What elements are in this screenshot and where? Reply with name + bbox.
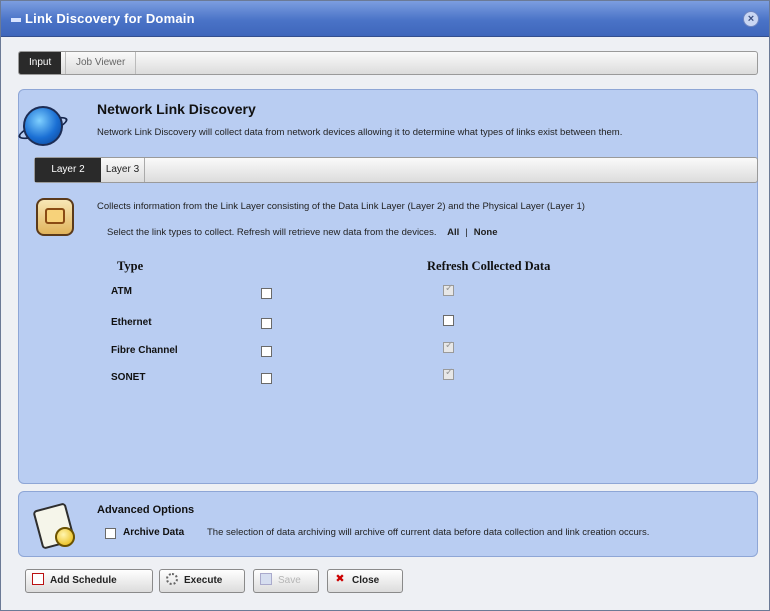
window-menu-icon[interactable] (11, 17, 21, 22)
title-bar[interactable]: Link Discovery for Domain × (1, 1, 769, 37)
link-type-label-atm: ATM (111, 286, 132, 297)
archive-badge-icon (55, 527, 75, 547)
collect-checkbox-sonet[interactable] (261, 373, 272, 384)
section-heading: Network Link Discovery (97, 101, 256, 117)
window-title: Link Discovery for Domain (11, 11, 195, 26)
execute-button[interactable]: Execute (159, 569, 245, 593)
add-schedule-label: Add Schedule (50, 575, 117, 586)
column-header-type: Type (117, 259, 144, 273)
collect-checkbox-atm[interactable] (261, 288, 272, 299)
refresh-checkbox-ethernet[interactable] (443, 315, 454, 326)
refresh-checkbox-atm (443, 283, 454, 296)
link-type-label-ethernet: Ethernet (111, 317, 152, 328)
close-button[interactable]: ✖ Close (327, 569, 403, 593)
save-label: Save (278, 575, 301, 586)
gear-icon (166, 573, 178, 586)
layer-tab-bar: Layer 2 Layer 3 (34, 157, 758, 183)
refresh-checkbox-sonet (443, 367, 454, 380)
archive-data-label[interactable]: Archive Data (123, 527, 184, 538)
save-icon (260, 573, 272, 586)
globe-icon (23, 106, 63, 146)
calendar-icon (32, 573, 44, 586)
collect-checkbox-fibre-channel[interactable] (261, 346, 272, 357)
outer-tab-bar: Input Job Viewer (18, 51, 758, 75)
save-button[interactable]: Save (253, 569, 319, 593)
column-header-refresh: Refresh Collected Data (427, 259, 551, 273)
refresh-checkbox-fibre-channel (443, 340, 454, 353)
select-instructions-text: Select the link types to collect. Refres… (107, 227, 437, 238)
select-instructions: Select the link types to collect. Refres… (107, 227, 497, 238)
link-discovery-window: Link Discovery for Domain × Input Job Vi… (0, 0, 770, 611)
collect-checkbox-ethernet[interactable] (261, 318, 272, 329)
add-schedule-button[interactable]: Add Schedule (25, 569, 153, 593)
archive-data-checkbox[interactable] (105, 528, 116, 539)
section-description: Network Link Discovery will collect data… (97, 127, 623, 138)
link-type-label-fibre-channel: Fibre Channel (111, 345, 178, 356)
tab-input[interactable]: Input (19, 52, 62, 74)
advanced-options-title: Advanced Options (97, 504, 195, 516)
link-type-label-sonet: SONET (111, 372, 146, 383)
close-label: Close (352, 575, 380, 586)
window-close-button[interactable]: × (743, 11, 759, 27)
advanced-options-panel (18, 491, 758, 557)
select-all-link[interactable]: All (447, 227, 459, 238)
layer-info-text: Collects information from the Link Layer… (97, 201, 585, 212)
tab-layer-2[interactable]: Layer 2 (35, 158, 101, 182)
tab-layer-3[interactable]: Layer 3 (101, 158, 145, 182)
archive-data-description: The selection of data archiving will arc… (207, 527, 650, 538)
link-separator: | (465, 227, 468, 238)
close-icon: ✖ (335, 573, 345, 586)
layer-chip-inner (45, 208, 65, 224)
tab-job-viewer[interactable]: Job Viewer (65, 52, 137, 74)
select-none-link[interactable]: None (474, 227, 498, 238)
execute-label: Execute (184, 575, 223, 586)
